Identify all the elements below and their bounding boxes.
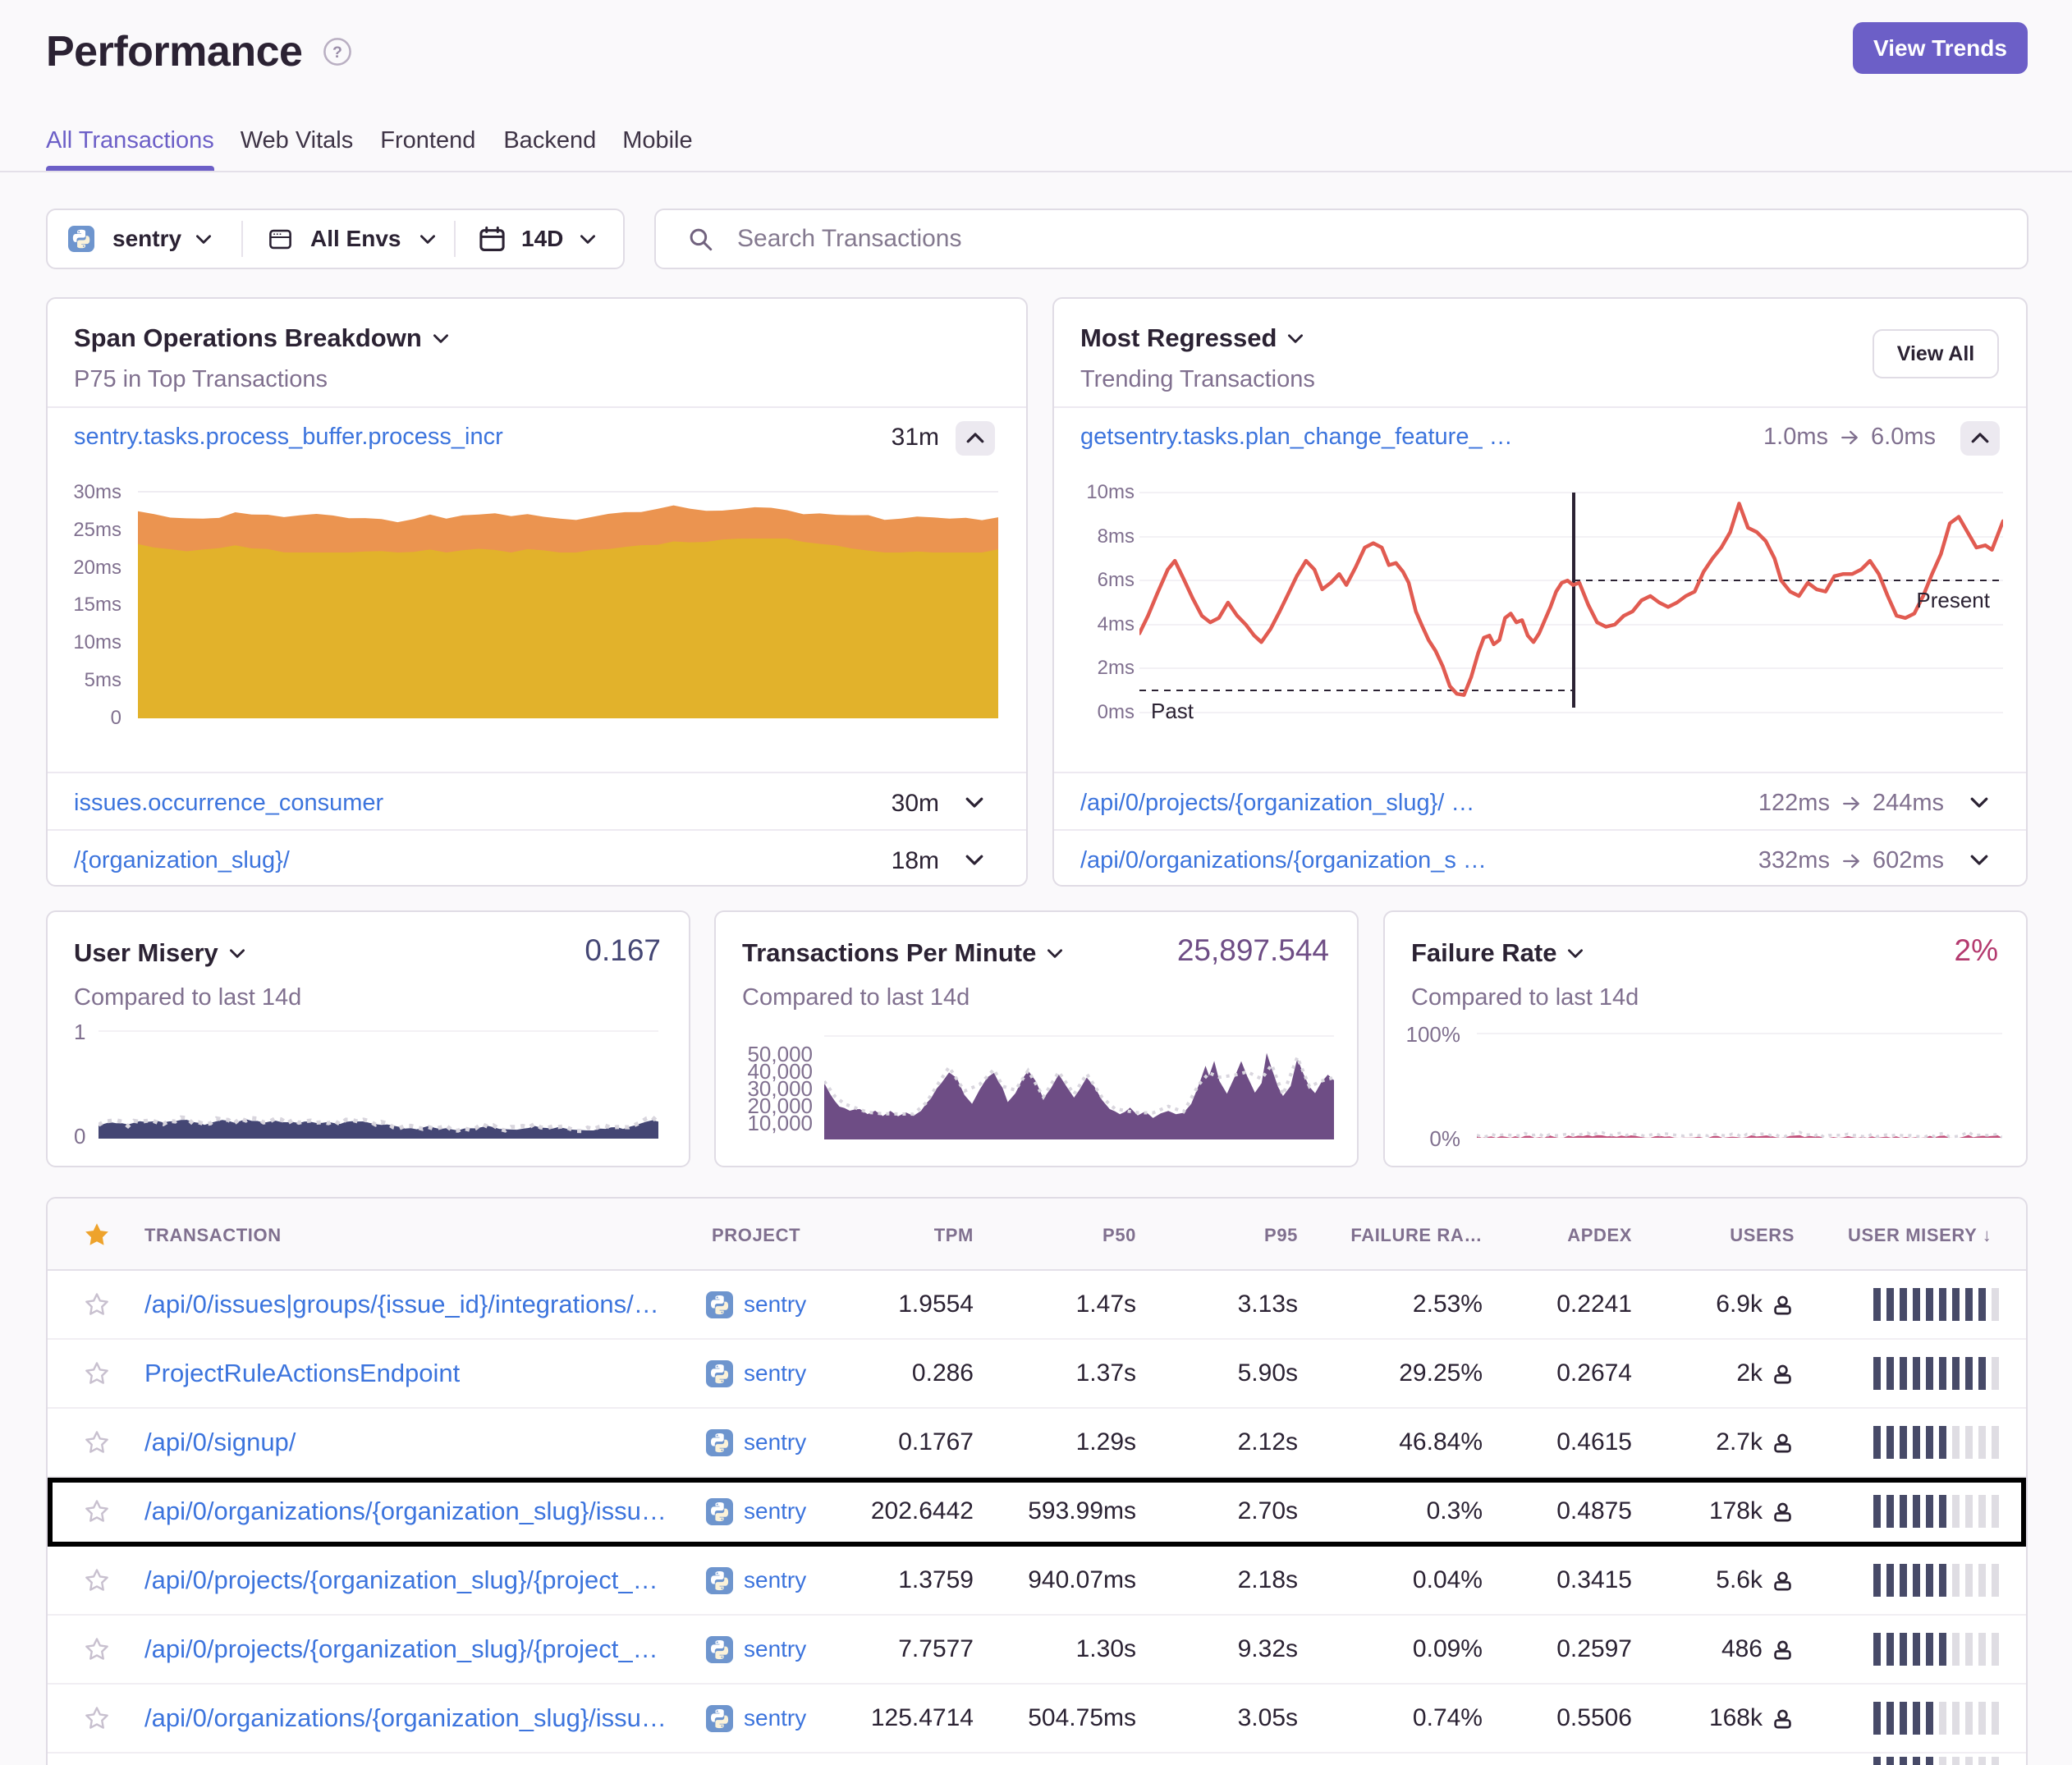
svg-text:?: ? (332, 44, 342, 62)
